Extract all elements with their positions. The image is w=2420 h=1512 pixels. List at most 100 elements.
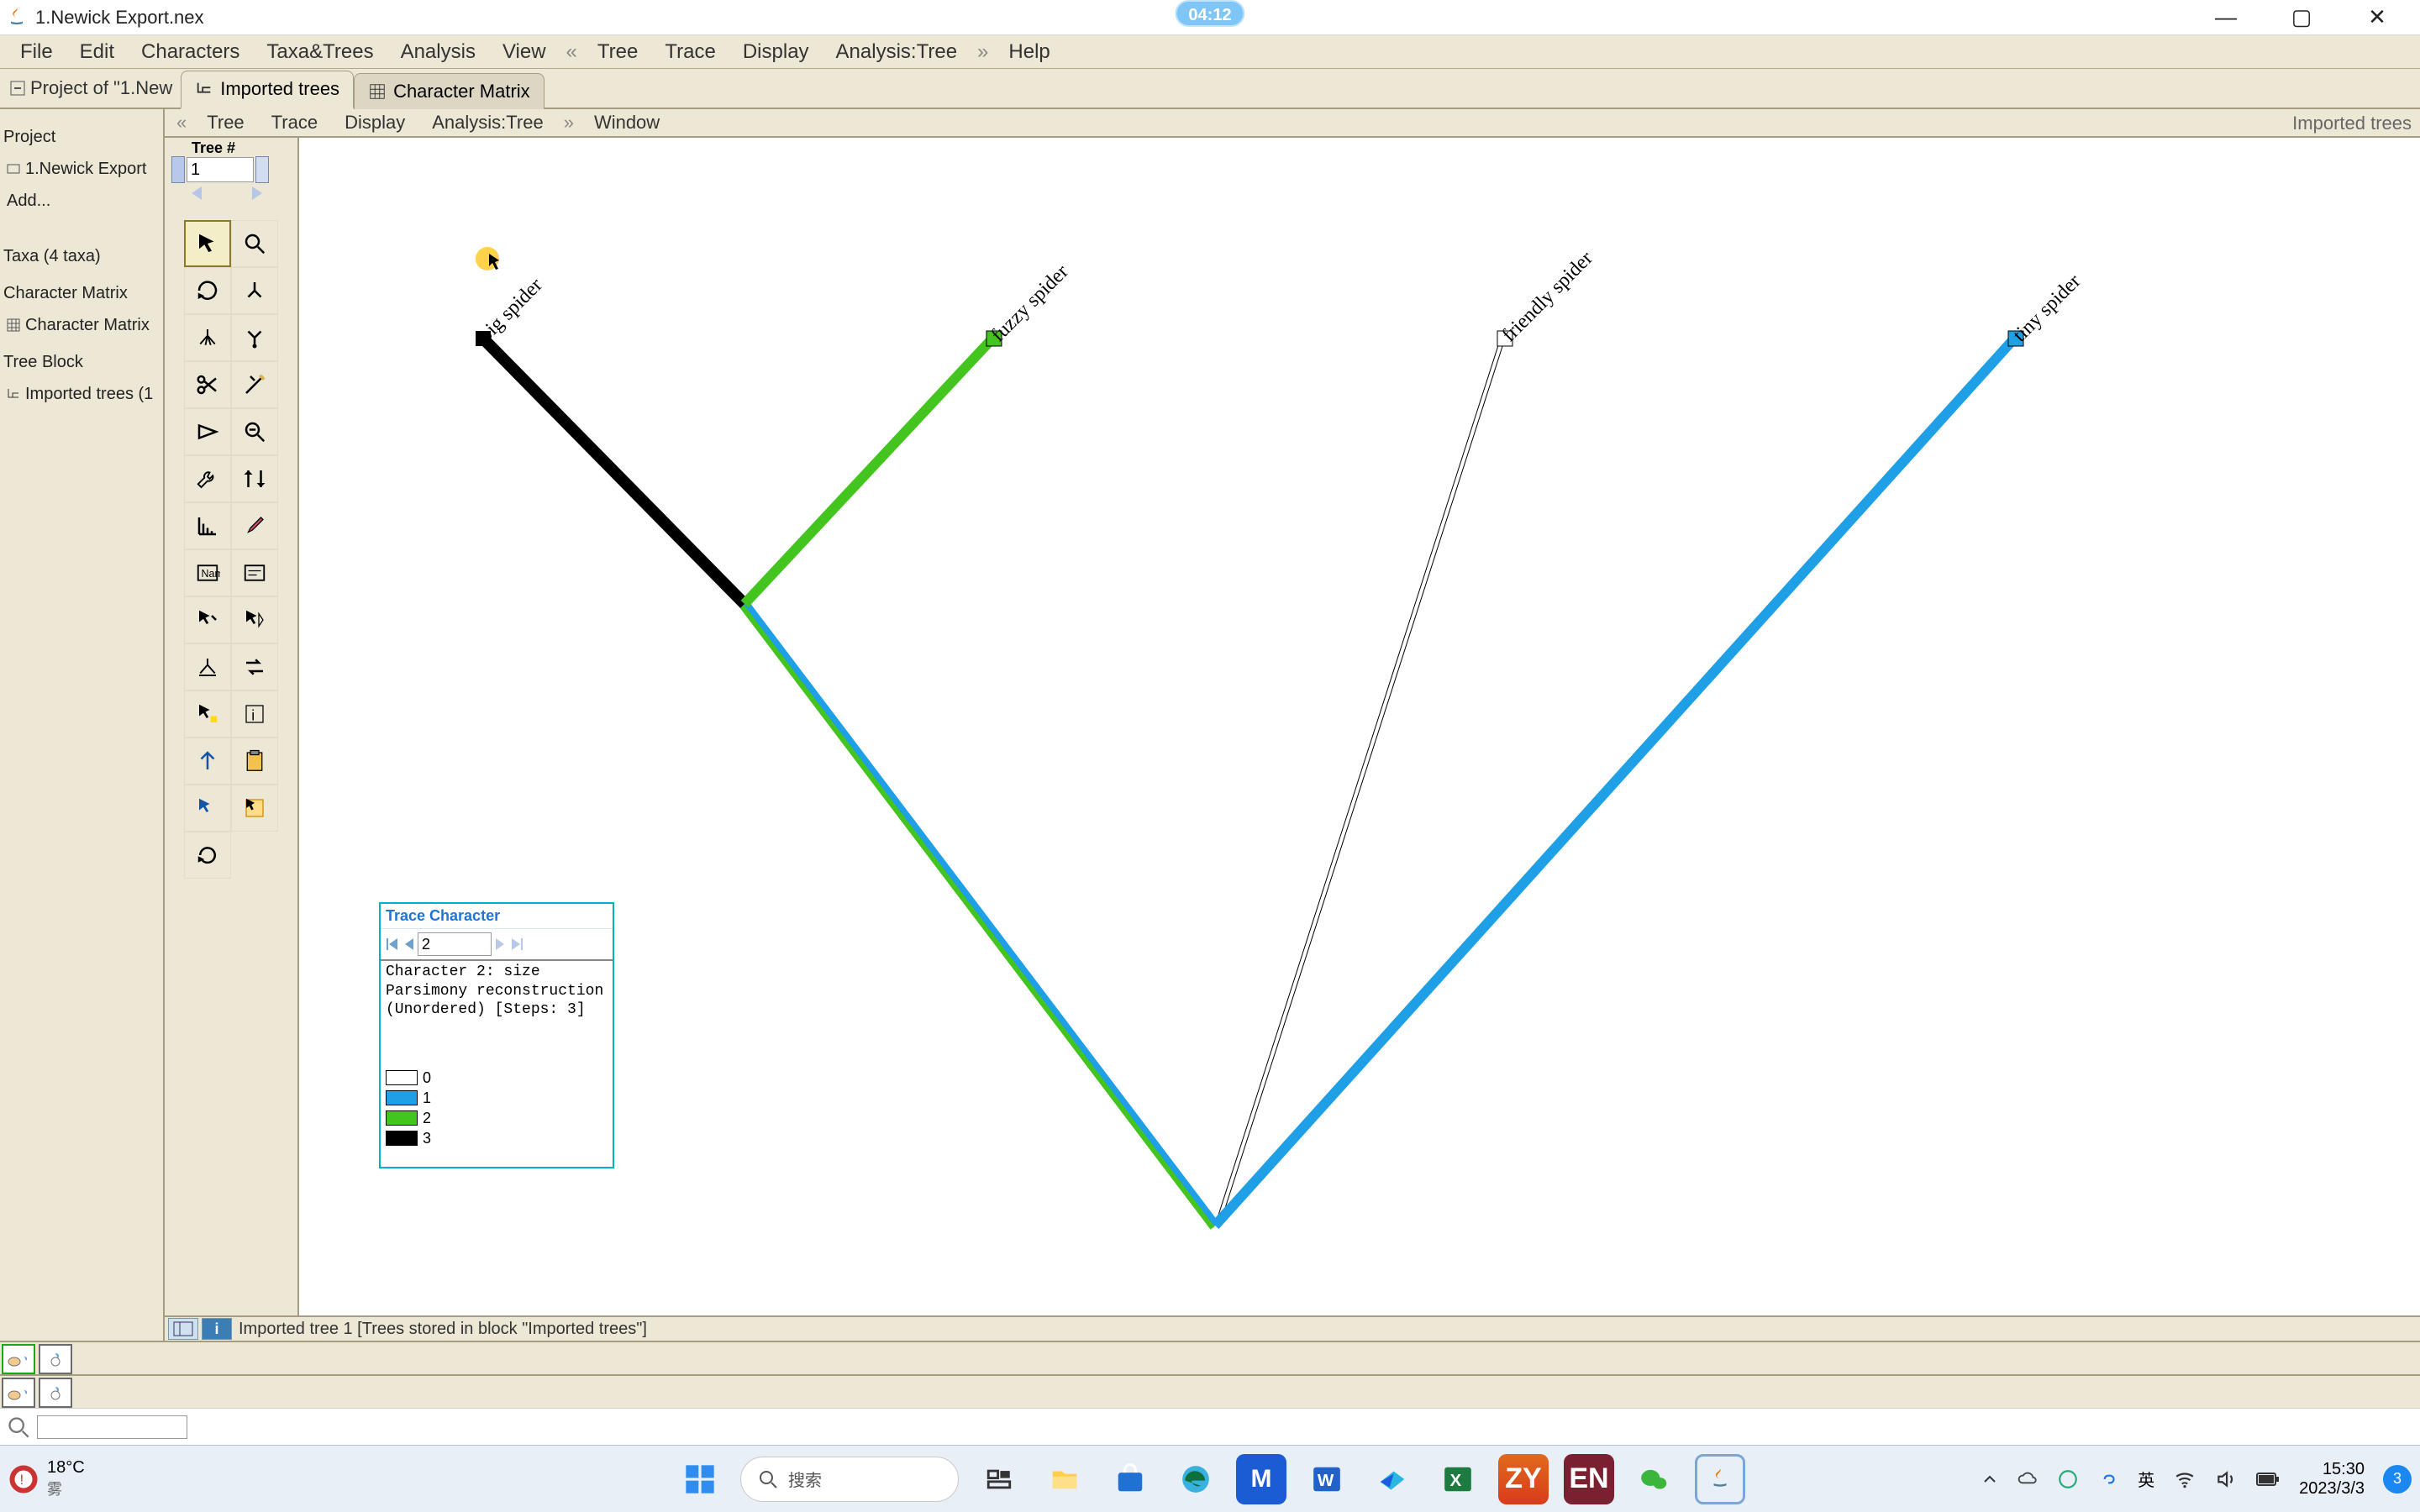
app-en-icon[interactable]: EN — [1564, 1454, 1614, 1504]
battery-icon[interactable] — [2255, 1469, 2281, 1489]
close-button[interactable]: ✕ — [2339, 1, 2415, 34]
trace-index-input[interactable] — [418, 932, 492, 956]
tool-clipboard[interactable] — [231, 738, 278, 785]
menu-edit[interactable]: Edit — [68, 35, 126, 69]
tray-chevron-icon[interactable] — [1981, 1471, 1998, 1488]
tmenu-analysis[interactable]: Analysis:Tree — [420, 108, 555, 137]
start-button[interactable] — [675, 1454, 725, 1504]
ime-indicator[interactable]: 英 — [2138, 1467, 2154, 1491]
tool-arrow[interactable] — [184, 220, 231, 267]
maximize-button[interactable]: ▢ — [2264, 1, 2339, 34]
taskbar-clock[interactable]: 15:30 2023/3/3 — [2299, 1460, 2365, 1499]
menu-file[interactable]: File — [8, 35, 65, 69]
tool-collapse[interactable] — [184, 408, 231, 455]
tool-prune[interactable] — [231, 361, 278, 408]
status-info-icon[interactable]: i — [202, 1318, 232, 1340]
tool-reroot[interactable] — [231, 314, 278, 361]
bluetooth-maybe-icon[interactable] — [2057, 1468, 2079, 1490]
trace-last-button[interactable] — [508, 936, 525, 953]
tmenu-display[interactable]: Display — [333, 108, 417, 137]
tool-multibranch[interactable] — [184, 314, 231, 361]
trace-first-button[interactable] — [384, 936, 401, 953]
search-input[interactable] — [37, 1415, 187, 1439]
sidebar-item-charmat1[interactable]: Character Matrix — [3, 277, 160, 309]
app-excel-icon[interactable]: X — [1433, 1454, 1483, 1504]
menu-help[interactable]: Help — [997, 35, 1061, 69]
tool-character[interactable] — [184, 738, 231, 785]
tool-select-branch[interactable] — [184, 596, 231, 643]
tool-swap[interactable] — [231, 643, 278, 690]
taskview-icon[interactable] — [974, 1454, 1024, 1504]
tree-last-button[interactable] — [255, 156, 269, 183]
search-icon[interactable] — [7, 1415, 30, 1439]
taskbar-search[interactable]: 搜索 — [740, 1457, 959, 1502]
link-icon[interactable] — [2097, 1468, 2119, 1490]
footer-box-b[interactable] — [39, 1344, 72, 1374]
edge-icon[interactable] — [1171, 1454, 1221, 1504]
explorer-icon[interactable] — [1039, 1454, 1090, 1504]
tool-highlight2[interactable] — [231, 785, 278, 832]
status-layout-icon[interactable] — [168, 1318, 198, 1340]
notification-badge[interactable]: 3 — [2383, 1465, 2412, 1494]
trace-next-button[interactable] — [492, 936, 508, 953]
store-icon[interactable] — [1105, 1454, 1155, 1504]
footer-box-d[interactable] — [39, 1378, 72, 1408]
minimize-button[interactable]: — — [2188, 1, 2264, 34]
wechat-icon[interactable] — [1629, 1454, 1680, 1504]
project-label[interactable]: Project of "1.New — [2, 72, 181, 104]
trace-prev-button[interactable] — [401, 936, 418, 953]
tool-colorpick[interactable] — [184, 785, 231, 832]
tool-label2[interactable] — [231, 549, 278, 596]
menu-view[interactable]: View — [491, 35, 558, 69]
app-zy-icon[interactable]: ZY — [1498, 1454, 1549, 1504]
taskbar-weather[interactable]: ! 18°C 雾 — [8, 1458, 85, 1499]
tab-character-matrix[interactable]: Character Matrix — [354, 73, 544, 109]
sidebar-item-charmat2[interactable]: Character Matrix — [3, 309, 160, 341]
sidebar-item-file[interactable]: 1.Newick Export — [3, 153, 160, 185]
tool-rotate[interactable] — [184, 267, 231, 314]
tree-prev-button[interactable] — [190, 185, 207, 202]
tool-magnify[interactable] — [231, 220, 278, 267]
menu-trace[interactable]: Trace — [653, 35, 727, 69]
menu-characters[interactable]: Characters — [129, 35, 251, 69]
trace-panel[interactable]: Trace Character Character 2: size Parsim… — [379, 902, 614, 1168]
menu-analysis[interactable]: Analysis — [389, 35, 487, 69]
menu-analysistree[interactable]: Analysis:Tree — [824, 35, 970, 69]
tool-zoomfit[interactable] — [231, 408, 278, 455]
tree-canvas[interactable]: big spider fuzzy spider friendly spider … — [299, 138, 2420, 1315]
tool-adjust[interactable] — [231, 455, 278, 502]
menu-tree[interactable]: Tree — [586, 35, 650, 69]
onedrive-icon[interactable] — [2017, 1468, 2039, 1490]
tool-info[interactable]: i — [231, 690, 278, 738]
tmenu-trace[interactable]: Trace — [260, 108, 329, 137]
tool-label[interactable]: Name — [184, 549, 231, 596]
footer-box-c[interactable] — [2, 1378, 35, 1408]
app-word-icon[interactable]: W — [1302, 1454, 1352, 1504]
tool-scissors[interactable] — [184, 361, 231, 408]
tool-paint[interactable] — [231, 502, 278, 549]
tool-select-clade[interactable] — [231, 596, 278, 643]
tree-first-button[interactable] — [171, 156, 185, 183]
tool-wrench[interactable] — [184, 455, 231, 502]
app-feishu-icon[interactable] — [1367, 1454, 1418, 1504]
system-tray[interactable]: 英 15:30 2023/3/3 3 — [1981, 1460, 2412, 1499]
sidebar-item-importedtrees[interactable]: Imported trees (1 — [3, 378, 160, 410]
java-taskbar-icon[interactable] — [1695, 1454, 1745, 1504]
tmenu-window[interactable]: Window — [582, 108, 671, 137]
sidebar-item-taxa[interactable]: Taxa (4 taxa) — [3, 240, 160, 272]
footer-box-a[interactable] — [2, 1344, 35, 1374]
tree-next-button[interactable] — [247, 185, 264, 202]
tool-branch-down[interactable] — [231, 267, 278, 314]
menu-taxatrees[interactable]: Taxa&Trees — [255, 35, 385, 69]
tool-highlight[interactable] — [184, 690, 231, 738]
tool-spread[interactable] — [184, 643, 231, 690]
app-m-icon[interactable]: M — [1236, 1454, 1286, 1504]
tool-refresh[interactable] — [184, 832, 231, 879]
tmenu-tree[interactable]: Tree — [195, 108, 255, 137]
menu-display[interactable]: Display — [731, 35, 821, 69]
tool-ladderize-l[interactable] — [184, 502, 231, 549]
wifi-icon[interactable] — [2173, 1468, 2196, 1490]
tree-number-input[interactable] — [187, 157, 254, 182]
volume-icon[interactable] — [2215, 1468, 2237, 1490]
sidebar-item-add[interactable]: Add... — [3, 185, 160, 217]
